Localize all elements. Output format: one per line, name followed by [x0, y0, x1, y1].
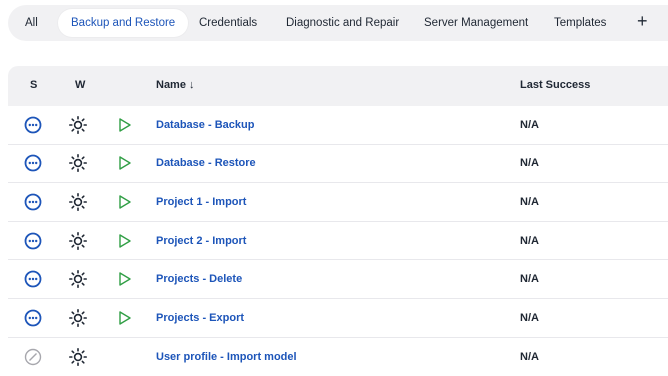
jobs-table: S W Name ↓ Last Success Database - Backu…: [8, 66, 668, 376]
job-name-link[interactable]: User profile - Import model: [156, 351, 297, 363]
last-success-value: N/A: [520, 195, 539, 208]
table-row: User profile - Import model N/A: [8, 337, 668, 376]
job-name-link[interactable]: Projects - Export: [156, 312, 244, 324]
sunny-weather-icon: [69, 154, 87, 173]
tab-diagnostic-and-repair[interactable]: Diagnostic and Repair: [286, 9, 399, 37]
run-button-play-icon[interactable]: [118, 117, 132, 133]
job-name-link[interactable]: Projects - Delete: [156, 273, 242, 285]
header-name[interactable]: Name ↓: [156, 79, 195, 91]
sunny-weather-icon: [69, 192, 87, 211]
tab-server-management[interactable]: Server Management: [424, 9, 528, 37]
header-last-success[interactable]: Last Success: [520, 79, 590, 91]
sunny-weather-icon: [69, 308, 87, 327]
last-success-value: N/A: [520, 234, 539, 247]
job-name-link[interactable]: Database - Restore: [156, 157, 256, 169]
in-progress-icon[interactable]: [24, 193, 42, 211]
table-body: Database - Backup N/A Database - Restore N/…: [8, 106, 668, 376]
view-tabs-bar: All Backup and Restore Credentials Diagn…: [8, 5, 668, 41]
table-row: Projects - Delete N/A: [8, 260, 668, 299]
last-success-value: N/A: [520, 157, 539, 170]
disabled-icon[interactable]: [24, 348, 42, 366]
tab-credentials[interactable]: Credentials: [199, 9, 257, 37]
job-name-link[interactable]: Project 1 - Import: [156, 196, 246, 208]
table-row: Project 1 - Import N/A: [8, 183, 668, 222]
sunny-weather-icon: [69, 347, 87, 366]
table-header: S W Name ↓ Last Success: [8, 66, 668, 106]
tab-all[interactable]: All: [25, 9, 38, 37]
in-progress-icon[interactable]: [24, 116, 42, 134]
table-row: Projects - Export N/A: [8, 298, 668, 338]
last-success-value: N/A: [520, 311, 539, 324]
header-status[interactable]: S: [30, 79, 37, 91]
run-button-play-icon[interactable]: [118, 233, 132, 249]
sunny-weather-icon: [69, 115, 87, 134]
sunny-weather-icon: [69, 231, 87, 250]
run-button-play-icon[interactable]: [118, 310, 132, 326]
job-name-link[interactable]: Database - Backup: [156, 119, 254, 131]
in-progress-icon[interactable]: [24, 232, 42, 250]
add-tab-button[interactable]: +: [637, 11, 648, 32]
header-weather[interactable]: W: [75, 79, 85, 91]
last-success-value: N/A: [520, 273, 539, 286]
in-progress-icon[interactable]: [24, 154, 42, 172]
last-success-value: N/A: [520, 350, 539, 363]
sunny-weather-icon: [69, 270, 87, 289]
run-button-play-icon[interactable]: [118, 194, 132, 210]
table-row: Project 2 - Import N/A: [8, 221, 668, 261]
tab-templates[interactable]: Templates: [554, 9, 606, 37]
table-row: Database - Restore N/A: [8, 144, 668, 184]
in-progress-icon[interactable]: [24, 309, 42, 327]
tab-backup-and-restore[interactable]: Backup and Restore: [58, 9, 189, 37]
table-row: Database - Backup N/A: [8, 106, 668, 145]
run-button-play-icon[interactable]: [118, 155, 132, 171]
job-name-link[interactable]: Project 2 - Import: [156, 235, 246, 247]
last-success-value: N/A: [520, 118, 539, 131]
in-progress-icon[interactable]: [24, 270, 42, 288]
run-button-play-icon[interactable]: [118, 271, 132, 287]
